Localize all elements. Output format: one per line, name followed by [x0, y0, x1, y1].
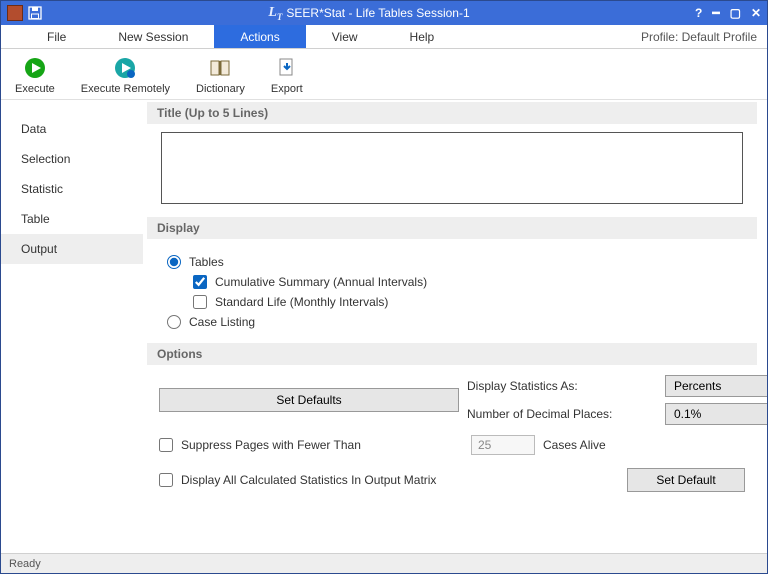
menu-view[interactable]: View — [306, 25, 384, 48]
sidebar-item-output[interactable]: Output — [1, 234, 143, 264]
checkbox-standard-life[interactable]: Standard Life (Monthly Intervals) — [193, 295, 737, 309]
menu-help[interactable]: Help — [384, 25, 461, 48]
execute-remotely-label: Execute Remotely — [81, 83, 170, 95]
checkbox-suppress[interactable] — [159, 438, 173, 452]
content-pane: Title (Up to 5 Lines) Display Tables Cum… — [143, 100, 767, 553]
dictionary-icon — [207, 55, 233, 81]
menu-file[interactable]: File — [21, 25, 92, 48]
checkbox-cumulative-input[interactable] — [193, 275, 207, 289]
title-input[interactable] — [161, 132, 743, 204]
play-remote-icon — [112, 55, 138, 81]
sidebar: Data Selection Statistic Table Output — [1, 100, 143, 553]
checkbox-standard-life-input[interactable] — [193, 295, 207, 309]
play-icon — [22, 55, 48, 81]
execute-label: Execute — [15, 83, 55, 95]
radio-case-listing-input[interactable] — [167, 315, 181, 329]
stat-as-select[interactable]: Percents — [665, 375, 767, 397]
stat-as-label: Display Statistics As: — [467, 379, 657, 393]
radio-tables[interactable]: Tables — [167, 255, 737, 269]
suppress-suffix: Cases Alive — [543, 438, 606, 452]
toolbar: Execute Execute Remotely Dictionary Expo… — [1, 49, 767, 100]
dictionary-button[interactable]: Dictionary — [196, 55, 245, 95]
set-default-button[interactable]: Set Default — [627, 468, 745, 492]
maximize-icon[interactable]: ▢ — [730, 6, 741, 20]
export-label: Export — [271, 83, 303, 95]
radio-tables-label: Tables — [189, 255, 224, 269]
section-options-head: Options — [147, 343, 757, 365]
radio-case-listing[interactable]: Case Listing — [167, 315, 737, 329]
statusbar: Ready — [1, 553, 767, 573]
app-logo-text: LT — [268, 5, 282, 22]
checkbox-cumulative[interactable]: Cumulative Summary (Annual Intervals) — [193, 275, 737, 289]
window-titlebar: LT SEER*Stat - Life Tables Session-1 ? ━… — [1, 1, 767, 25]
profile-label: Profile: Default Profile — [641, 25, 767, 48]
sidebar-item-statistic[interactable]: Statistic — [1, 174, 143, 204]
section-title-head: Title (Up to 5 Lines) — [147, 102, 757, 124]
checkbox-standard-life-label: Standard Life (Monthly Intervals) — [215, 295, 388, 309]
sidebar-item-selection[interactable]: Selection — [1, 144, 143, 174]
radio-tables-input[interactable] — [167, 255, 181, 269]
export-icon — [274, 55, 300, 81]
suppress-label: Suppress Pages with Fewer Than — [181, 438, 463, 452]
sidebar-item-table[interactable]: Table — [1, 204, 143, 234]
app-icon — [7, 5, 23, 21]
checkbox-display-all-input[interactable] — [159, 473, 173, 487]
section-display-head: Display — [147, 217, 757, 239]
menu-new-session[interactable]: New Session — [92, 25, 214, 48]
menubar: File New Session Actions View Help Profi… — [1, 25, 767, 49]
export-button[interactable]: Export — [271, 55, 303, 95]
decimals-select[interactable]: 0.1% — [665, 403, 767, 425]
decimals-label: Number of Decimal Places: — [467, 407, 657, 421]
minimize-icon[interactable]: ━ — [712, 6, 719, 20]
suppress-value-input — [471, 435, 535, 455]
checkbox-display-all[interactable]: Display All Calculated Statistics In Out… — [159, 473, 436, 487]
main-area: Data Selection Statistic Table Output Ti… — [1, 100, 767, 553]
execute-remotely-button[interactable]: Execute Remotely — [81, 55, 170, 95]
radio-case-listing-label: Case Listing — [189, 315, 255, 329]
dictionary-label: Dictionary — [196, 83, 245, 95]
execute-button[interactable]: Execute — [15, 55, 55, 95]
menu-actions[interactable]: Actions — [214, 25, 305, 48]
set-defaults-button[interactable]: Set Defaults — [159, 388, 459, 412]
help-icon[interactable]: ? — [695, 6, 702, 20]
close-icon[interactable]: ✕ — [751, 6, 761, 20]
checkbox-display-all-label: Display All Calculated Statistics In Out… — [181, 473, 436, 487]
window-title: LT SEER*Stat - Life Tables Session-1 — [43, 5, 695, 22]
checkbox-cumulative-label: Cumulative Summary (Annual Intervals) — [215, 275, 427, 289]
save-icon[interactable] — [27, 5, 43, 21]
sidebar-item-data[interactable]: Data — [1, 114, 143, 144]
